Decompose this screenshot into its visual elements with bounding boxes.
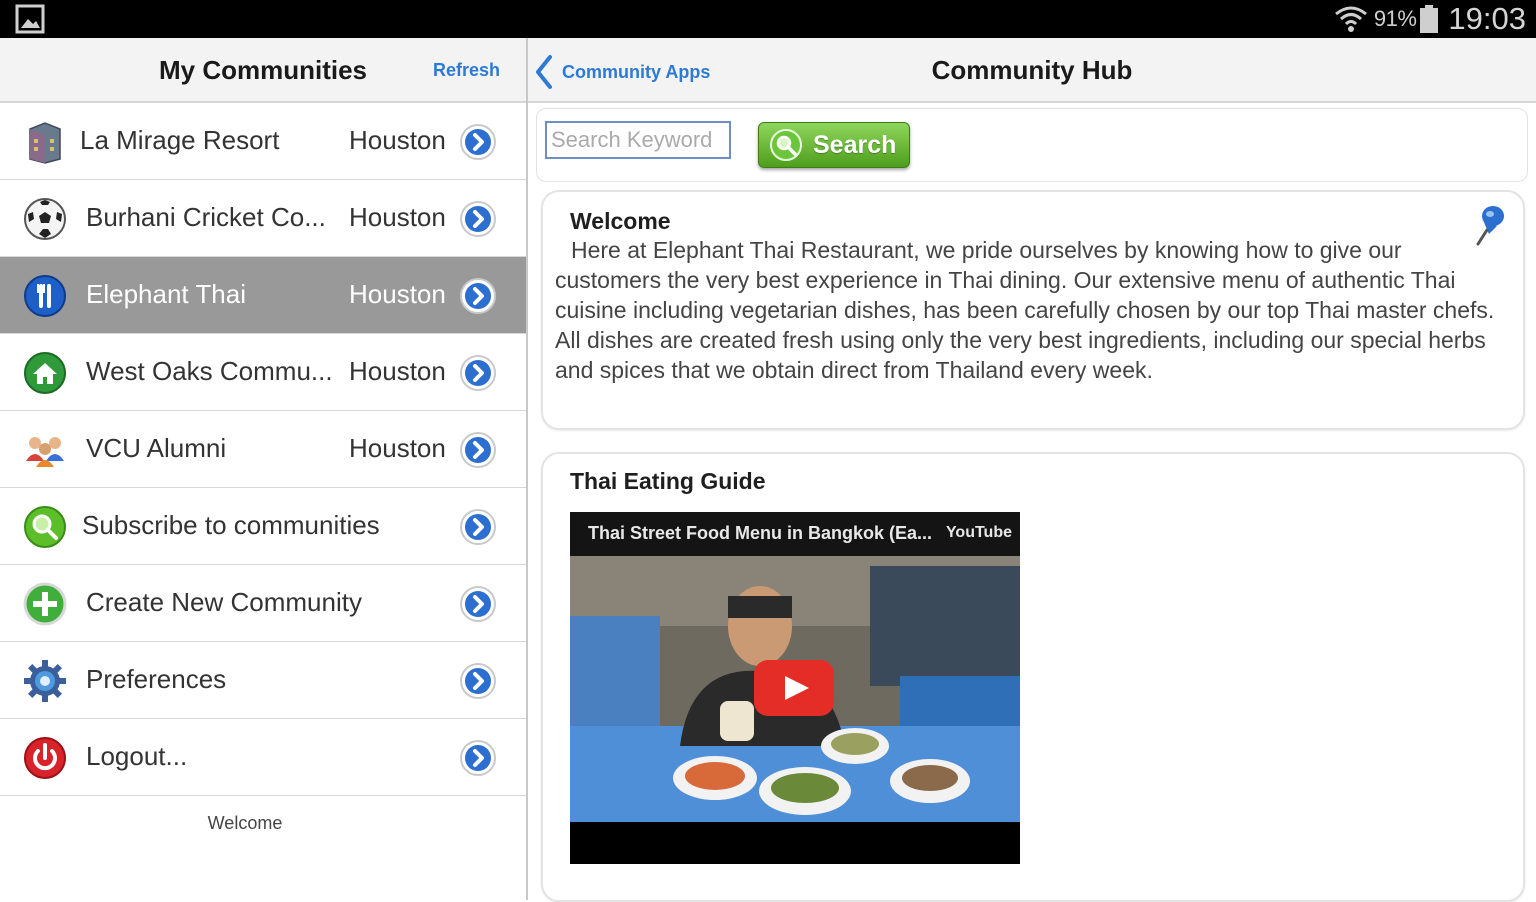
community-name: La Mirage Resort (80, 125, 280, 155)
communities-header: My Communities Refresh (0, 38, 526, 103)
chevron-right-icon[interactable] (459, 662, 497, 700)
video-title: Thai Street Food Menu in Bangkok (Ea... (588, 523, 933, 543)
pushpin-icon[interactable] (1473, 204, 1507, 248)
communities-pane: My Communities Refresh La Mirage Resort … (0, 38, 526, 900)
hub-header: Community Hub Community Apps (528, 38, 1536, 103)
video-player[interactable]: Thai Street Food Menu in Bangkok (Ea... … (570, 512, 1020, 864)
community-name: Elephant Thai (86, 279, 246, 309)
chevron-right-icon[interactable] (459, 739, 497, 777)
battery-percent: 91% (1373, 6, 1417, 31)
search-icon (770, 129, 802, 161)
youtube-logo: YouTube (945, 524, 1012, 541)
chevron-right-icon[interactable] (459, 585, 497, 623)
video-section-title: Thai Eating Guide (570, 468, 766, 494)
battery-icon (1420, 5, 1439, 33)
menu-item-label: Create New Community (86, 587, 362, 617)
status-bar: 91% 19:03 (0, 0, 1536, 38)
footer-welcome: Welcome (207, 813, 283, 833)
video-card: Thai Eating Guide Thai Street Food Menu … (541, 452, 1525, 902)
community-name: VCU Alumni (86, 433, 227, 463)
chevron-left-icon (536, 55, 552, 89)
back-label: Community Apps (562, 61, 711, 82)
search-panel: Search (536, 108, 1528, 182)
logout-item[interactable]: Logout... (0, 719, 526, 796)
menu-item-label: Logout... (86, 741, 188, 771)
chevron-right-icon[interactable] (459, 354, 497, 392)
soccer-ball-icon (24, 198, 66, 240)
community-item-burhani-cricket[interactable]: Burhani Cricket Co... Houston (0, 180, 526, 257)
chevron-right-icon[interactable] (459, 200, 497, 238)
subscribe-communities-item[interactable]: Subscribe to communities (0, 488, 526, 565)
search-button[interactable]: Search (758, 122, 910, 168)
utensils-icon (24, 275, 66, 317)
community-item-west-oaks[interactable]: West Oaks Commu... Houston (0, 334, 526, 411)
community-item-la-mirage-resort[interactable]: La Mirage Resort Houston (0, 103, 526, 180)
welcome-title: Welcome (570, 208, 671, 234)
menu-item-label: Preferences (86, 664, 227, 694)
building-icon (29, 122, 61, 164)
gallery-icon (15, 4, 45, 34)
community-item-elephant-thai[interactable]: Elephant Thai Houston (0, 257, 526, 334)
chevron-right-icon[interactable] (459, 123, 497, 161)
house-icon (24, 352, 66, 394)
menu-item-label: Subscribe to communities (82, 510, 380, 540)
community-name: West Oaks Commu... (86, 356, 333, 386)
community-name: Burhani Cricket Co... (86, 202, 326, 232)
people-icon (26, 437, 64, 467)
plus-icon (23, 582, 67, 626)
preferences-item[interactable]: Preferences (0, 642, 526, 719)
community-hub-pane: Community Hub Community Apps Search Welc… (528, 38, 1536, 902)
community-city: Houston (349, 433, 446, 463)
refresh-button[interactable]: Refresh (433, 60, 500, 81)
community-city: Houston (349, 356, 446, 386)
create-community-item[interactable]: Create New Community (0, 565, 526, 642)
welcome-card: Welcome Here at Elephant Thai Restaurant… (541, 190, 1525, 430)
chevron-right-icon[interactable] (459, 508, 497, 546)
community-city: Houston (349, 125, 446, 155)
play-icon[interactable] (754, 660, 834, 716)
search-input[interactable] (545, 121, 731, 159)
community-city: Houston (349, 202, 446, 232)
video-title-bar: Thai Street Food Menu in Bangkok (Ea... … (570, 512, 1020, 556)
magnifier-icon (24, 506, 66, 548)
back-button[interactable]: Community Apps (534, 52, 710, 92)
chevron-right-icon[interactable] (459, 277, 497, 315)
wifi-icon (1334, 6, 1367, 32)
chevron-right-icon[interactable] (459, 431, 497, 469)
welcome-body: Here at Elephant Thai Restaurant, we pri… (555, 237, 1495, 383)
clock: 19:03 (1448, 1, 1526, 36)
gear-icon (24, 660, 66, 702)
community-city: Houston (349, 279, 446, 309)
power-icon (24, 737, 66, 779)
search-button-label: Search (813, 130, 897, 159)
community-item-vcu-alumni[interactable]: VCU Alumni Houston (0, 411, 526, 488)
